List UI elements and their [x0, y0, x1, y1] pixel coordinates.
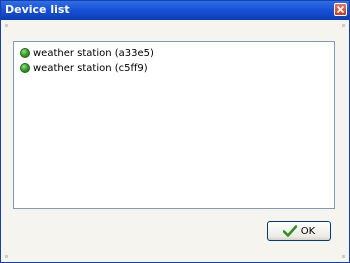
device-label: weather station (c5ff9): [33, 62, 148, 74]
close-button[interactable]: [334, 3, 347, 16]
list-item[interactable]: weather station (a33e5): [20, 46, 154, 60]
close-icon: [336, 5, 345, 14]
corner-grip-dot: [5, 24, 8, 27]
ok-button[interactable]: OK: [267, 221, 331, 241]
checkmark-icon: [282, 222, 298, 241]
dialog-title: Device list: [5, 3, 70, 16]
corner-grip-dot: [342, 24, 345, 27]
status-dot-icon: [20, 48, 30, 58]
corner-grip-dot: [5, 255, 8, 258]
corner-grip-dot: [342, 255, 345, 258]
title-bar[interactable]: Device list: [1, 1, 349, 20]
device-label: weather station (a33e5): [33, 47, 154, 59]
status-dot-icon: [20, 63, 30, 73]
device-listbox[interactable]: weather station (a33e5) weather station …: [13, 41, 335, 209]
ok-label: OK: [300, 225, 316, 237]
dialog-body: weather station (a33e5) weather station …: [1, 20, 349, 262]
list-item[interactable]: weather station (c5ff9): [20, 61, 148, 75]
device-list-dialog: Device list weather station (a33e5) weat…: [0, 0, 350, 263]
